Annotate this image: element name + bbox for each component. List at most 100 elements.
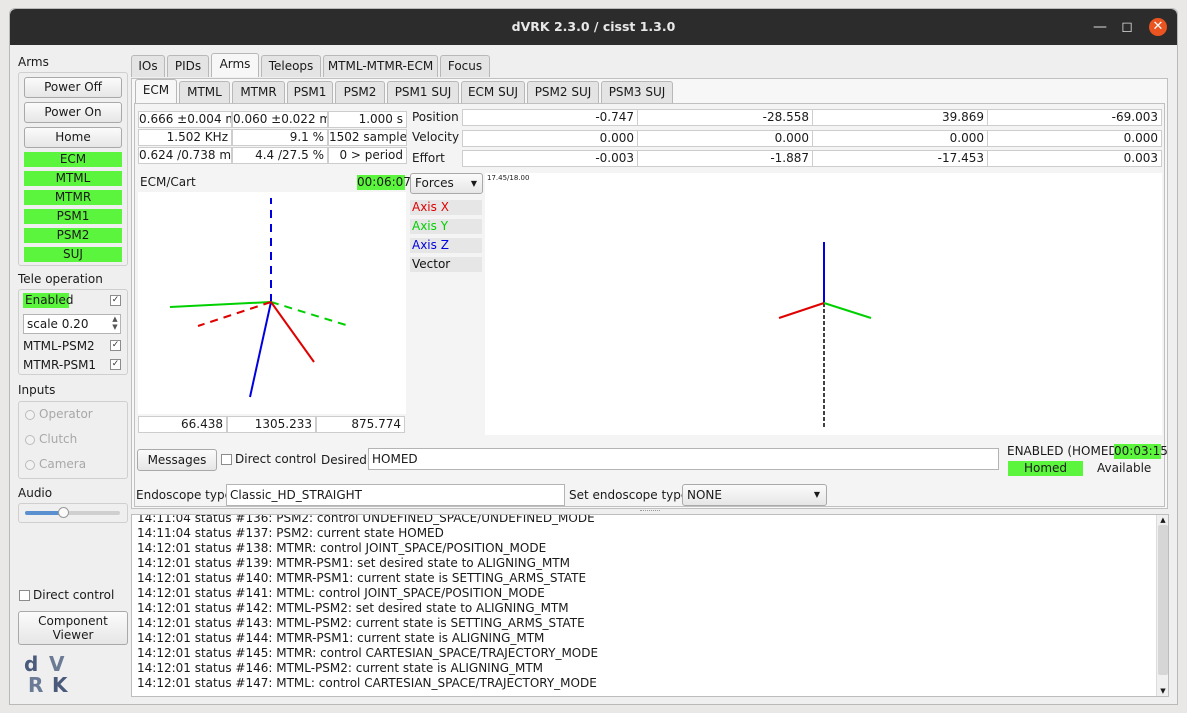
tab-psm1-suj[interactable]: PSM1 SUJ bbox=[387, 81, 459, 103]
position-j2: -28.558 bbox=[637, 109, 813, 126]
velocity-j4: 0.000 bbox=[987, 130, 1162, 147]
joint-row-label-velocity: Velocity bbox=[412, 130, 460, 144]
timing-r1c3: 1.000 s bbox=[328, 111, 407, 128]
joint-row-label-position: Position bbox=[412, 110, 459, 124]
direct-control-left-label: Direct control bbox=[33, 588, 115, 602]
inputs-section-label: Inputs bbox=[18, 383, 56, 397]
tab-psm1[interactable]: PSM1 bbox=[287, 81, 333, 103]
tab-arms[interactable]: Arms bbox=[211, 53, 259, 77]
timing-r3c3: 0 > period bbox=[328, 147, 407, 164]
position-j3: 39.869 bbox=[812, 109, 988, 126]
component-viewer-button[interactable]: Component Viewer bbox=[18, 611, 128, 645]
home-button[interactable]: Home bbox=[24, 127, 122, 148]
velocity-j3: 0.000 bbox=[812, 130, 988, 147]
desired-label: Desired bbox=[321, 453, 367, 467]
force-axis-x bbox=[778, 302, 825, 319]
title-bar: dVRK 2.3.0 / cisst 1.3.0 — ◻ ✕ bbox=[10, 9, 1177, 45]
tab-psm3-suj[interactable]: PSM3 SUJ bbox=[601, 81, 673, 103]
forces-dropdown[interactable]: Forces ▼ bbox=[410, 173, 483, 194]
cart-label: ECM/Cart bbox=[140, 175, 196, 189]
chevron-down-icon: ▼ bbox=[813, 490, 820, 499]
timing-r1c2: 0.060 ±0.022 ms bbox=[232, 111, 328, 128]
direct-control-left-checkbox[interactable] bbox=[19, 590, 30, 601]
cart-timer: 00:06:07 bbox=[357, 175, 411, 190]
cart-3d-view bbox=[138, 192, 406, 414]
teleop-pair-mtml-psm2: MTML-PSM2 bbox=[23, 339, 95, 353]
set-endoscope-dropdown[interactable]: NONE ▼ bbox=[682, 484, 827, 506]
log-scrollbar-thumb[interactable] bbox=[1158, 525, 1168, 675]
arm-tab-bar: ECM MTML MTMR PSM1 PSM2 PSM1 SUJ ECM SUJ… bbox=[135, 79, 1165, 105]
velocity-j1: 0.000 bbox=[462, 130, 638, 147]
audio-slider-handle[interactable] bbox=[58, 507, 69, 518]
splitter-handle[interactable] bbox=[640, 510, 660, 512]
timing-r2c3: 1502 samples bbox=[328, 129, 407, 146]
clutch-radio[interactable] bbox=[25, 435, 35, 445]
arm-state-mtmr: MTMR bbox=[24, 190, 122, 205]
log-line: 14:12:01 status #143: MTML-PSM2: current… bbox=[137, 616, 585, 630]
operator-radio[interactable] bbox=[25, 410, 35, 420]
effort-j3: -17.453 bbox=[812, 150, 988, 167]
scale-spinbox[interactable]: scale 0.20 bbox=[23, 314, 121, 334]
teleop-section-label: Tele operation bbox=[18, 272, 103, 286]
tab-mtml-mtmr-ecm[interactable]: MTML-MTMR-ECM bbox=[323, 55, 438, 77]
timing-r3c1: 0.624 /0.738 ms bbox=[138, 147, 232, 164]
messages-button[interactable]: Messages bbox=[137, 449, 217, 471]
audio-slider-track[interactable] bbox=[25, 507, 120, 518]
camera-radio[interactable] bbox=[25, 460, 35, 470]
set-endoscope-type-label: Set endoscope type bbox=[569, 488, 689, 502]
input-operator-label: Operator bbox=[39, 407, 93, 421]
direct-control-checkbox[interactable] bbox=[221, 454, 232, 465]
log-line: 14:12:01 status #145: MTMR: control CART… bbox=[137, 646, 599, 660]
position-j1: -0.747 bbox=[462, 109, 638, 126]
scale-stepper-icon[interactable]: ▲ ▼ bbox=[110, 315, 120, 333]
legend-axis-y[interactable]: Axis Y bbox=[410, 219, 482, 234]
desired-state-field[interactable]: HOMED bbox=[368, 448, 999, 470]
cart-position-x: 66.438 bbox=[138, 416, 227, 433]
scroll-down-icon[interactable]: ▼ bbox=[1158, 687, 1168, 695]
tab-mtmr[interactable]: MTMR bbox=[232, 81, 285, 103]
arm-state-psm1: PSM1 bbox=[24, 209, 122, 224]
power-on-button[interactable]: Power On bbox=[24, 102, 122, 123]
endoscope-type-label: Endoscope type bbox=[136, 488, 232, 502]
legend-axis-z[interactable]: Axis Z bbox=[410, 238, 482, 253]
tab-pids[interactable]: PIDs bbox=[167, 55, 209, 77]
tab-mtml[interactable]: MTML bbox=[179, 81, 230, 103]
log-line: 14:12:01 status #138: MTMR: control JOIN… bbox=[137, 541, 547, 555]
legend-vector[interactable]: Vector bbox=[410, 257, 482, 272]
ecm-frame-z-measured bbox=[249, 301, 272, 398]
tab-ecm-suj[interactable]: ECM SUJ bbox=[461, 81, 525, 103]
minimize-button[interactable]: — bbox=[1091, 18, 1109, 36]
teleop-mtml-psm2-checkbox[interactable]: ✓ bbox=[110, 340, 121, 351]
arm-state-suj: SUJ bbox=[24, 247, 122, 262]
tab-teleops[interactable]: Teleops bbox=[261, 55, 321, 77]
tab-psm2[interactable]: PSM2 bbox=[335, 81, 385, 103]
endoscope-type-field[interactable]: Classic_HD_STRAIGHT bbox=[226, 484, 565, 506]
tab-psm2-suj[interactable]: PSM2 SUJ bbox=[527, 81, 599, 103]
state-timer: 00:03:15 bbox=[1114, 444, 1168, 459]
log-scrollbar[interactable]: ▲ ▼ bbox=[1156, 515, 1168, 696]
forces-dropdown-label: Forces bbox=[415, 176, 454, 190]
timing-r1c1: 0.666 ±0.004 ms bbox=[138, 111, 232, 128]
tab-ecm[interactable]: ECM bbox=[135, 79, 177, 103]
tab-focus[interactable]: Focus bbox=[440, 55, 490, 77]
main-window: dVRK 2.3.0 / cisst 1.3.0 — ◻ ✕ Arms Powe… bbox=[9, 8, 1178, 705]
position-j4: -69.003 bbox=[987, 109, 1162, 126]
teleop-enabled-label: Enabled bbox=[23, 293, 74, 308]
homed-badge: Homed bbox=[1008, 461, 1083, 476]
message-log[interactable]: 14:11:04 status #136: PSM2: control UNDE… bbox=[131, 514, 1169, 697]
teleop-enabled-checkbox[interactable]: ✓ bbox=[110, 295, 121, 306]
svg-text:K: K bbox=[52, 673, 69, 694]
input-camera-label: Camera bbox=[39, 457, 87, 471]
scroll-up-icon[interactable]: ▲ bbox=[1158, 516, 1168, 524]
set-endoscope-value: NONE bbox=[687, 488, 722, 502]
timing-r2c2: 9.1 % bbox=[232, 129, 328, 146]
maximize-button[interactable]: ◻ bbox=[1118, 18, 1136, 36]
tab-ios[interactable]: IOs bbox=[131, 55, 165, 77]
close-button[interactable]: ✕ bbox=[1149, 18, 1167, 36]
chevron-down-icon: ▼ bbox=[470, 179, 477, 188]
joint-row-label-effort: Effort bbox=[412, 151, 445, 165]
direct-control-label: Direct control bbox=[235, 452, 317, 466]
power-off-button[interactable]: Power Off bbox=[24, 77, 122, 98]
teleop-mtmr-psm1-checkbox[interactable]: ✓ bbox=[110, 359, 121, 370]
legend-axis-x[interactable]: Axis X bbox=[410, 200, 482, 215]
